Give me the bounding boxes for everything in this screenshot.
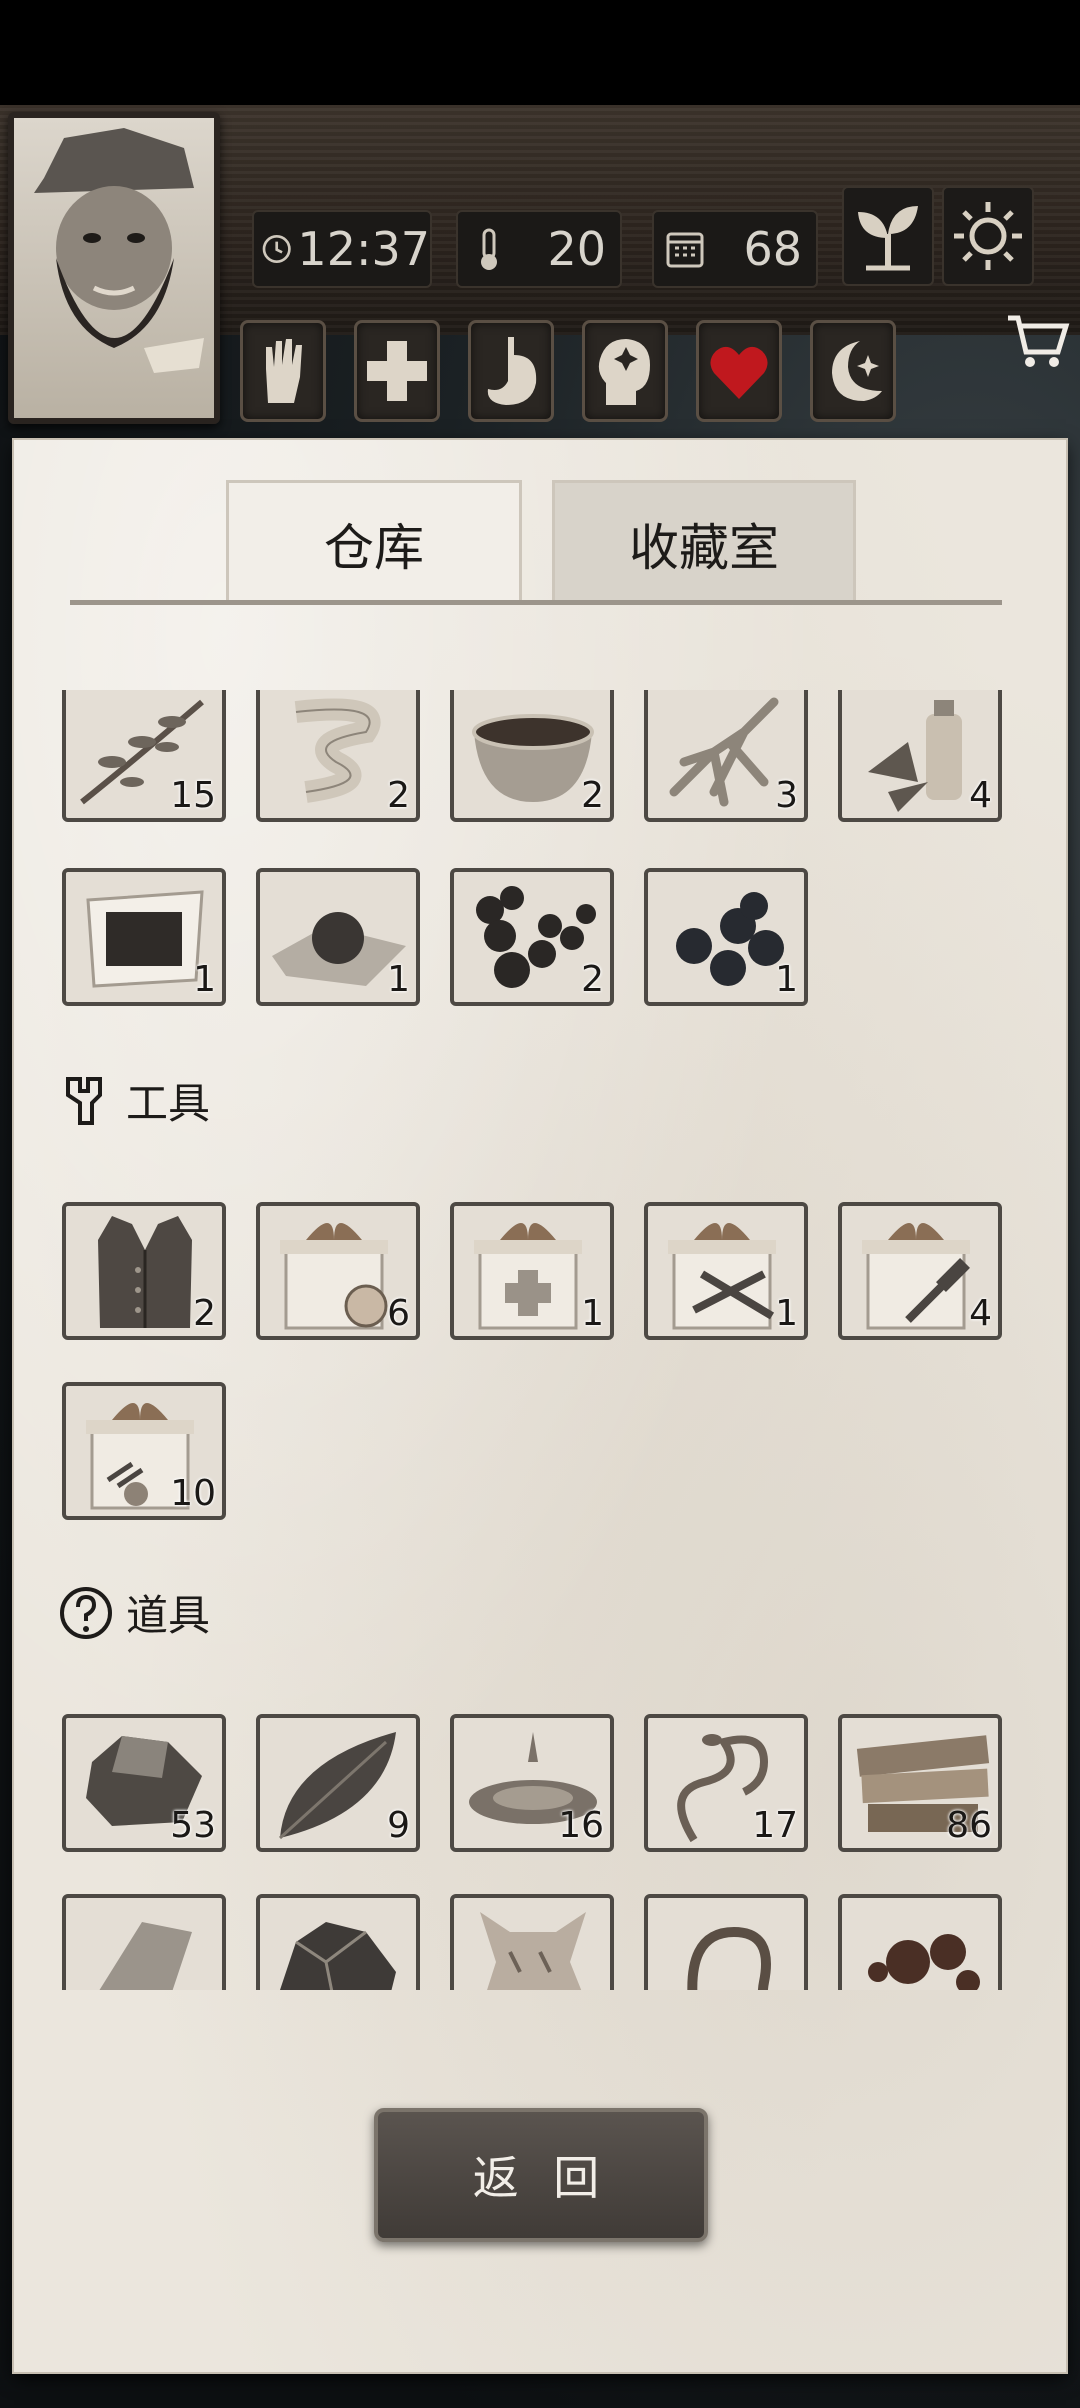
stat-health-button[interactable] [354, 320, 440, 422]
item-count: 1 [581, 1293, 604, 1334]
rope-icon [687, 1926, 771, 1990]
item-count: 86 [946, 1805, 992, 1846]
item-count: 2 [581, 775, 604, 816]
moon-icon [832, 341, 882, 401]
inventory-slot[interactable]: 1 [644, 868, 808, 1006]
stat-stomach-button[interactable] [468, 320, 554, 422]
question-circle-icon [60, 1586, 112, 1639]
inventory-slot[interactable]: 3 [644, 690, 808, 822]
item-count: 2 [193, 1293, 216, 1334]
item-count: 1 [387, 959, 410, 1000]
days-value: 68 [743, 222, 802, 276]
inventory-slot[interactable]: 4 [838, 690, 1002, 822]
inventory-slot[interactable]: 4 [838, 1202, 1002, 1340]
inventory-scroll-area[interactable]: 15 2 2 3 4 1 1 2 1 工具 2 6 1 1 4 10 道具 53… [14, 690, 1066, 1990]
heart-icon [710, 346, 768, 399]
inventory-slot[interactable]: 1 [450, 1202, 614, 1340]
clock-icon [262, 234, 291, 264]
inventory-slot[interactable]: 15 [62, 690, 226, 822]
hand-icon [266, 339, 302, 403]
health-cross-icon [367, 341, 427, 401]
inventory-slot[interactable]: 2 [450, 690, 614, 822]
item-count: 15 [170, 775, 216, 816]
sun-icon [954, 202, 1022, 270]
stat-heart-button[interactable] [696, 320, 782, 422]
character-portrait[interactable] [8, 112, 220, 424]
back-button[interactable]: 返 回 [374, 2108, 708, 2242]
item-count: 6 [387, 1293, 410, 1334]
inventory-slot[interactable]: 16 [450, 1714, 614, 1852]
item-count: 16 [558, 1805, 604, 1846]
tab-warehouse[interactable]: 仓库 [226, 480, 522, 604]
temperature-display: 20 [456, 210, 622, 288]
inventory-slot[interactable] [450, 1894, 614, 1990]
plant-button[interactable] [842, 186, 934, 286]
item-count: 3 [775, 775, 798, 816]
inventory-slot[interactable] [838, 1894, 1002, 1990]
item-count: 9 [387, 1805, 410, 1846]
inventory-slot[interactable] [644, 1894, 808, 1990]
item-count: 10 [170, 1473, 216, 1514]
time-display: 12:37 [252, 210, 432, 288]
temperature-value: 20 [547, 222, 606, 276]
animal-hide-icon [480, 1912, 586, 1990]
section-props: 道具 [58, 1582, 210, 1643]
mind-icon [598, 339, 650, 405]
item-count: 53 [170, 1805, 216, 1846]
stat-sleep-button[interactable] [810, 320, 896, 422]
inventory-slot[interactable]: 17 [644, 1714, 808, 1852]
section-tools: 工具 [58, 1070, 210, 1131]
plant-sprout-icon [858, 206, 918, 271]
inventory-slot[interactable] [62, 1894, 226, 1990]
item-count: 4 [969, 775, 992, 816]
flint-icon [99, 1922, 192, 1990]
calendar-icon [666, 232, 704, 268]
ore-icon [280, 1922, 396, 1990]
inventory-slot[interactable]: 9 [256, 1714, 420, 1852]
inventory-slot[interactable]: 2 [62, 1202, 226, 1340]
stomach-icon [487, 337, 537, 405]
tab-collection[interactable]: 收藏室 [552, 480, 856, 604]
item-count: 1 [775, 959, 798, 1000]
item-count: 1 [775, 1293, 798, 1334]
shopping-cart-icon[interactable] [1004, 308, 1070, 374]
inventory-slot[interactable]: 1 [62, 868, 226, 1006]
resin-icon [868, 1934, 980, 1990]
inventory-slot[interactable]: 2 [256, 690, 420, 822]
days-display: 68 [652, 210, 818, 288]
weather-button[interactable] [942, 186, 1034, 286]
stat-mind-button[interactable] [582, 320, 668, 422]
item-count: 4 [969, 1293, 992, 1334]
inventory-slot[interactable]: 1 [256, 868, 420, 1006]
wrench-icon [66, 1076, 102, 1125]
item-count: 2 [581, 959, 604, 1000]
time-value: 12:37 [297, 222, 430, 276]
inventory-slot[interactable]: 6 [256, 1202, 420, 1340]
thermometer-icon [481, 228, 497, 270]
inventory-slot[interactable]: 10 [62, 1382, 226, 1520]
section-props-title: 道具 [126, 1591, 211, 1640]
item-count: 2 [387, 775, 410, 816]
item-count: 17 [752, 1805, 798, 1846]
inventory-slot[interactable]: 86 [838, 1714, 1002, 1852]
inventory-slot[interactable] [256, 1894, 420, 1990]
section-tools-title: 工具 [126, 1079, 211, 1128]
status-bar [0, 0, 1080, 105]
character-face-icon [34, 128, 204, 373]
inventory-slot[interactable]: 1 [644, 1202, 808, 1340]
inventory-slot[interactable]: 53 [62, 1714, 226, 1852]
stat-hand-button[interactable] [240, 320, 326, 422]
tab-divider [70, 600, 1002, 605]
inventory-slot[interactable]: 2 [450, 868, 614, 1006]
item-count: 1 [193, 959, 216, 1000]
